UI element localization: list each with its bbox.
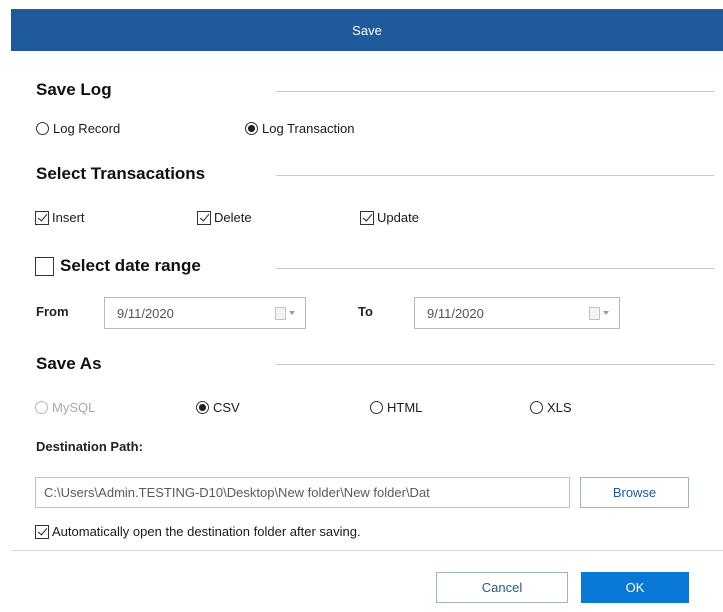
log-transaction-radio[interactable]: Log Transaction [245, 121, 355, 136]
to-label: To [358, 304, 373, 319]
select-transactions-heading: Select Transacations [36, 164, 206, 183]
select-date-range-checkbox[interactable]: Select date range [35, 256, 201, 276]
html-label: HTML [387, 400, 423, 415]
destination-path-input[interactable]: C:\Users\Admin.TESTING-D10\Desktop\New f… [35, 477, 570, 508]
checkbox-checked-icon [35, 210, 49, 225]
browse-button-label: Browse [612, 485, 657, 500]
csv-radio[interactable]: CSV [196, 400, 240, 415]
mysql-radio[interactable]: MySQL [35, 400, 95, 415]
xls-label: XLS [547, 400, 572, 415]
csv-label: CSV [213, 400, 240, 415]
log-transaction-label: Log Transaction [262, 121, 355, 136]
dialog-title: Save [352, 22, 382, 38]
save-as-divider [276, 364, 714, 365]
xls-radio[interactable]: XLS [530, 400, 572, 415]
checkbox-checked-icon [197, 210, 211, 225]
radio-disabled-icon [35, 401, 48, 414]
dialog-title-bar: Save [11, 9, 723, 51]
checkbox-unchecked-icon [35, 256, 54, 276]
radio-unselected-icon [370, 401, 383, 414]
calendar-dropdown-icon[interactable] [589, 306, 611, 320]
ok-button[interactable]: OK [581, 572, 689, 603]
delete-label: Delete [214, 210, 252, 225]
save-log-heading: Save Log [36, 80, 112, 99]
update-label: Update [377, 210, 419, 225]
delete-checkbox[interactable]: Delete [197, 210, 252, 225]
cancel-button[interactable]: Cancel [436, 572, 568, 603]
log-record-radio[interactable]: Log Record [36, 121, 120, 136]
footer-divider [11, 550, 723, 551]
from-date-picker[interactable]: 9/11/2020 [104, 297, 306, 329]
select-date-range-label: Select date range [60, 256, 201, 275]
insert-checkbox[interactable]: Insert [35, 210, 85, 225]
destination-path-label: Destination Path: [36, 439, 143, 454]
cancel-button-label: Cancel [481, 580, 523, 595]
save-log-divider [276, 91, 714, 92]
html-radio[interactable]: HTML [370, 400, 422, 415]
update-checkbox[interactable]: Update [360, 210, 419, 225]
insert-label: Insert [52, 210, 85, 225]
from-label: From [36, 304, 69, 319]
log-record-label: Log Record [53, 121, 121, 136]
checkbox-checked-icon [360, 210, 374, 225]
save-as-heading: Save As [36, 354, 102, 373]
destination-path-value: C:\Users\Admin.TESTING-D10\Desktop\New f… [44, 485, 430, 500]
calendar-dropdown-icon[interactable] [275, 306, 297, 320]
transactions-divider [276, 175, 714, 176]
date-range-divider [276, 268, 714, 269]
from-date-value: 9/11/2020 [117, 305, 174, 321]
to-date-value: 9/11/2020 [427, 305, 484, 321]
mysql-label: MySQL [52, 400, 96, 415]
radio-unselected-icon [36, 122, 49, 135]
browse-button[interactable]: Browse [580, 477, 689, 508]
radio-selected-icon [245, 122, 258, 135]
to-date-picker[interactable]: 9/11/2020 [414, 297, 620, 329]
auto-open-checkbox[interactable]: Automatically open the destination folde… [35, 524, 361, 539]
auto-open-label: Automatically open the destination folde… [52, 524, 361, 539]
checkbox-checked-icon [35, 524, 49, 539]
radio-unselected-icon [530, 401, 543, 414]
ok-button-label: OK [625, 580, 645, 595]
radio-selected-icon [196, 401, 209, 414]
